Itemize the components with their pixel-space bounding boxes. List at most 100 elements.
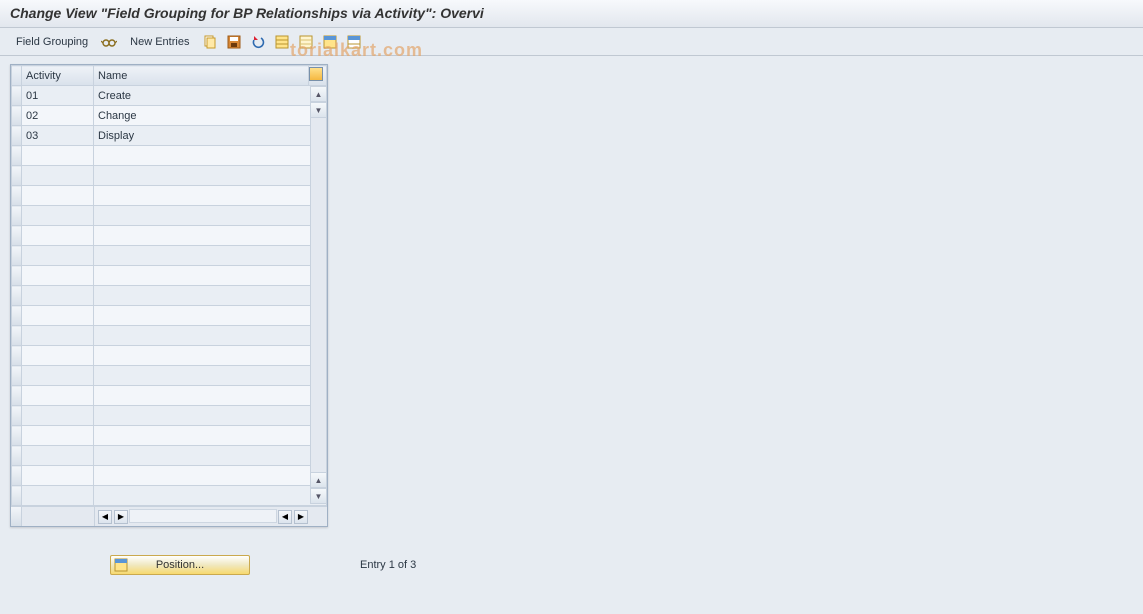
hscroll-track[interactable] [129, 509, 277, 523]
activity-cell[interactable] [22, 226, 94, 246]
row-selector[interactable] [12, 266, 22, 286]
scroll-down-button[interactable]: ▼ [311, 488, 326, 504]
table-row[interactable] [12, 266, 327, 286]
activity-cell[interactable]: 03 [22, 126, 94, 146]
table-row[interactable] [12, 466, 327, 486]
table-row[interactable] [12, 206, 327, 226]
scroll-up-button[interactable]: ▲ [311, 86, 326, 102]
table-row[interactable] [12, 186, 327, 206]
name-cell[interactable] [94, 466, 327, 486]
name-cell[interactable] [94, 306, 327, 326]
table-row[interactable] [12, 286, 327, 306]
scroll-track[interactable] [311, 118, 326, 472]
activity-cell[interactable] [22, 466, 94, 486]
scroll-down-button-2[interactable]: ▲ [311, 472, 326, 488]
activity-cell[interactable] [22, 386, 94, 406]
name-cell[interactable] [94, 346, 327, 366]
row-selector[interactable] [12, 146, 22, 166]
table-row[interactable]: 01Create [12, 86, 327, 106]
row-selector[interactable] [12, 466, 22, 486]
row-selector[interactable] [12, 446, 22, 466]
row-selector-header[interactable] [12, 66, 22, 86]
row-selector[interactable] [12, 426, 22, 446]
table-row[interactable]: 02Change [12, 106, 327, 126]
hscroll-left-button-2[interactable]: ◀ [278, 510, 292, 524]
row-selector[interactable] [12, 126, 22, 146]
activity-cell[interactable] [22, 346, 94, 366]
table-row[interactable] [12, 306, 327, 326]
activity-column-header[interactable]: Activity [22, 66, 94, 86]
hscroll-right-button-2[interactable]: ▶ [294, 510, 308, 524]
activity-cell[interactable] [22, 206, 94, 226]
hscroll-left-button[interactable]: ◀ [98, 510, 112, 524]
activity-cell[interactable]: 02 [22, 106, 94, 126]
activity-cell[interactable] [22, 146, 94, 166]
row-selector[interactable] [12, 186, 22, 206]
field-grouping-button[interactable]: Field Grouping [10, 34, 94, 50]
table-config-header[interactable] [309, 66, 327, 86]
activity-cell[interactable] [22, 266, 94, 286]
save-icon[interactable] [225, 33, 243, 51]
table-row[interactable] [12, 166, 327, 186]
activity-cell[interactable] [22, 286, 94, 306]
name-cell[interactable] [94, 426, 327, 446]
row-selector[interactable] [12, 386, 22, 406]
table-row[interactable] [12, 386, 327, 406]
row-selector[interactable] [12, 226, 22, 246]
new-entries-button[interactable]: New Entries [124, 34, 195, 50]
name-cell[interactable] [94, 146, 327, 166]
vertical-scrollbar[interactable]: ▲ ▼ ▲ ▼ [310, 86, 326, 504]
name-cell[interactable] [94, 406, 327, 426]
row-selector[interactable] [12, 246, 22, 266]
hscroll-right-button[interactable]: ▶ [114, 510, 128, 524]
table-row[interactable] [12, 146, 327, 166]
name-cell[interactable] [94, 486, 327, 506]
activity-cell[interactable] [22, 446, 94, 466]
table-row[interactable] [12, 226, 327, 246]
position-button[interactable]: Position... [110, 555, 250, 575]
activity-cell[interactable] [22, 186, 94, 206]
row-selector[interactable] [12, 306, 22, 326]
name-cell[interactable] [94, 186, 327, 206]
copy-icon[interactable] [201, 33, 219, 51]
table-row[interactable] [12, 366, 327, 386]
activity-cell[interactable] [22, 306, 94, 326]
activity-cell[interactable] [22, 246, 94, 266]
table-row[interactable] [12, 446, 327, 466]
name-cell[interactable] [94, 386, 327, 406]
table-row[interactable] [12, 346, 327, 366]
undo-icon[interactable] [249, 33, 267, 51]
name-cell[interactable] [94, 286, 327, 306]
name-column-header[interactable]: Name [94, 66, 309, 86]
name-cell[interactable] [94, 166, 327, 186]
activity-cell[interactable] [22, 366, 94, 386]
table-row[interactable] [12, 426, 327, 446]
activity-cell[interactable] [22, 406, 94, 426]
row-selector[interactable] [12, 166, 22, 186]
name-cell[interactable] [94, 266, 327, 286]
row-selector[interactable] [12, 486, 22, 506]
table-row[interactable] [12, 326, 327, 346]
name-cell[interactable] [94, 326, 327, 346]
name-cell[interactable]: Change [94, 106, 327, 126]
table-row[interactable] [12, 246, 327, 266]
table-row[interactable]: 03Display [12, 126, 327, 146]
row-selector[interactable] [12, 86, 22, 106]
table-row[interactable] [12, 486, 327, 506]
name-cell[interactable] [94, 246, 327, 266]
scroll-up-button-2[interactable]: ▼ [311, 102, 326, 118]
select-all-icon[interactable] [273, 33, 291, 51]
row-selector[interactable] [12, 286, 22, 306]
activity-cell[interactable] [22, 486, 94, 506]
activity-cell[interactable] [22, 326, 94, 346]
row-selector[interactable] [12, 366, 22, 386]
name-cell[interactable] [94, 226, 327, 246]
activity-cell[interactable] [22, 166, 94, 186]
activity-cell[interactable] [22, 426, 94, 446]
table-row[interactable] [12, 406, 327, 426]
row-selector[interactable] [12, 406, 22, 426]
row-selector[interactable] [12, 326, 22, 346]
name-cell[interactable] [94, 446, 327, 466]
row-selector[interactable] [12, 206, 22, 226]
name-cell[interactable] [94, 206, 327, 226]
